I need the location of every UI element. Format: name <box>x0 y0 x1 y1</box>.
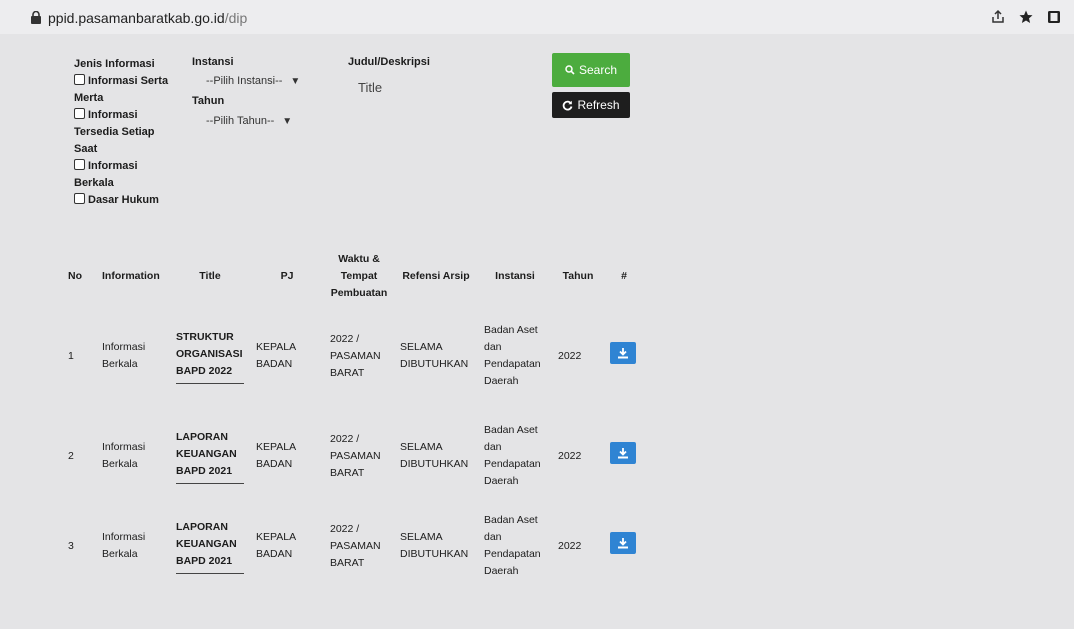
table-header-row: No Information Title PJ Waktu & Tempat P… <box>62 247 644 306</box>
search-button[interactable]: Search <box>552 53 630 87</box>
cell-waktu: 2022 / PASAMAN BARAT <box>330 332 381 379</box>
col-tahun: Tahun <box>562 270 594 282</box>
download-button[interactable] <box>610 442 636 464</box>
checkbox-label: Informasi Tersedia Setiap Saat <box>74 109 155 155</box>
cell-referensi: SELAMA DIBUTUHKAN <box>400 531 469 560</box>
url-domain: ppid.pasamanbaratkab.go.id <box>48 10 225 26</box>
instansi-selected-value: --Pilih Instansi-- <box>206 75 283 87</box>
download-icon <box>618 348 628 359</box>
table-row: 1 Informasi Berkala STRUKTUR ORGANISASI … <box>62 306 644 406</box>
cell-referensi: SELAMA DIBUTUHKAN <box>400 341 469 370</box>
col-referensi: Refensi Arsip <box>402 270 470 282</box>
checkbox-dasar-hukum[interactable]: Dasar Hukum <box>74 192 169 209</box>
browser-address-bar[interactable]: ppid.pasamanbaratkab.go.id/dip <box>0 0 1074 34</box>
download-button[interactable] <box>610 342 636 364</box>
checkbox-box[interactable] <box>74 159 85 170</box>
cell-instansi: Badan Aset dan Pendapatan Daerah <box>484 424 541 487</box>
search-icon <box>565 65 575 75</box>
cell-waktu: 2022 / PASAMAN BARAT <box>330 522 381 569</box>
checkbox-informasi-berkala[interactable]: Informasi Berkala <box>74 158 169 192</box>
checkbox-box[interactable] <box>74 108 85 119</box>
checkbox-label: Informasi Serta Merta <box>74 75 169 104</box>
chevron-down-icon: ▼ <box>290 76 301 87</box>
cell-tahun: 2022 <box>558 349 582 362</box>
title-link[interactable]: STRUKTUR ORGANISASI BAPD 2022 <box>176 329 244 384</box>
url-text[interactable]: ppid.pasamanbaratkab.go.id/dip <box>48 10 247 26</box>
checkbox-informasi-tersedia[interactable]: Informasi Tersedia Setiap Saat <box>74 107 169 158</box>
url-path: /dip <box>224 10 248 26</box>
title-link[interactable]: LAPORAN KEUANGAN BAPD 2021 <box>176 429 244 484</box>
cell-action <box>604 306 644 406</box>
table-row: 2 Informasi Berkala LAPORAN KEUANGAN BAP… <box>62 406 644 506</box>
cell-waktu: 2022 / PASAMAN BARAT <box>330 432 381 479</box>
cell-instansi: Badan Aset dan Pendapatan Daerah <box>484 324 541 387</box>
share-icon[interactable] <box>990 9 1006 25</box>
download-icon <box>618 538 628 549</box>
page-content: Jenis Informasi Informasi Serta Merta In… <box>0 34 1074 629</box>
sidebar-icon[interactable] <box>1046 9 1062 25</box>
jenis-informasi-filter: Jenis Informasi Informasi Serta Merta In… <box>74 56 169 209</box>
col-title: Title <box>199 270 221 282</box>
col-information: Information <box>102 270 160 282</box>
cell-action <box>604 506 644 586</box>
title-link[interactable]: LAPORAN KEUANGAN BAPD 2021 <box>176 519 244 574</box>
refresh-button-label: Refresh <box>577 98 620 112</box>
cell-no: 1 <box>68 349 74 362</box>
cell-title: LAPORAN KEUANGAN BAPD 2021 <box>170 506 250 586</box>
col-action: # <box>621 270 627 282</box>
judul-placeholder: Title <box>358 80 383 95</box>
cell-information: Informasi Berkala <box>102 531 146 560</box>
refresh-button[interactable]: Refresh <box>552 92 630 118</box>
checkbox-box[interactable] <box>74 74 85 85</box>
cell-title: LAPORAN KEUANGAN BAPD 2021 <box>170 406 250 506</box>
checkbox-label: Dasar Hukum <box>88 194 159 206</box>
judul-deskripsi-label: Judul/Deskripsi <box>348 56 430 68</box>
checkbox-box[interactable] <box>74 193 85 204</box>
search-button-label: Search <box>578 63 618 77</box>
col-instansi: Instansi <box>495 270 535 282</box>
cell-no: 2 <box>68 449 74 462</box>
jenis-informasi-label: Jenis Informasi <box>74 58 155 70</box>
cell-action <box>604 406 644 506</box>
cell-tahun: 2022 <box>558 449 582 462</box>
chevron-down-icon: ▼ <box>282 116 293 127</box>
tahun-selected-value: --Pilih Tahun-- <box>206 115 275 127</box>
dip-table: No Information Title PJ Waktu & Tempat P… <box>62 247 644 586</box>
col-waktu: Waktu & Tempat Pembuatan <box>330 253 388 299</box>
tahun-select[interactable]: --Pilih Tahun-- ▼ <box>206 115 292 127</box>
cell-information: Informasi Berkala <box>102 341 146 370</box>
col-pj: PJ <box>280 270 294 282</box>
cell-instansi: Badan Aset dan Pendapatan Daerah <box>484 514 541 577</box>
checkbox-informasi-serta-merta[interactable]: Informasi Serta Merta <box>74 73 169 107</box>
judul-deskripsi-input[interactable]: Title <box>358 80 508 95</box>
lock-icon <box>31 11 41 24</box>
table-row: 3 Informasi Berkala LAPORAN KEUANGAN BAP… <box>62 506 644 586</box>
cell-pj: KEPALA BADAN <box>256 531 296 560</box>
download-icon <box>618 448 628 459</box>
cell-referensi: SELAMA DIBUTUHKAN <box>400 441 469 470</box>
instansi-label: Instansi <box>192 56 234 68</box>
cell-title: STRUKTUR ORGANISASI BAPD 2022 <box>170 306 250 406</box>
refresh-icon <box>563 100 573 110</box>
cell-pj: KEPALA BADAN <box>256 341 296 370</box>
instansi-select[interactable]: --Pilih Instansi-- ▼ <box>206 75 300 87</box>
cell-information: Informasi Berkala <box>102 441 146 470</box>
col-no: No <box>68 270 82 282</box>
cell-pj: KEPALA BADAN <box>256 441 296 470</box>
cell-no: 3 <box>68 539 74 552</box>
tahun-label: Tahun <box>192 95 225 107</box>
download-button[interactable] <box>610 532 636 554</box>
bookmark-star-icon[interactable] <box>1018 9 1034 25</box>
cell-tahun: 2022 <box>558 539 582 552</box>
